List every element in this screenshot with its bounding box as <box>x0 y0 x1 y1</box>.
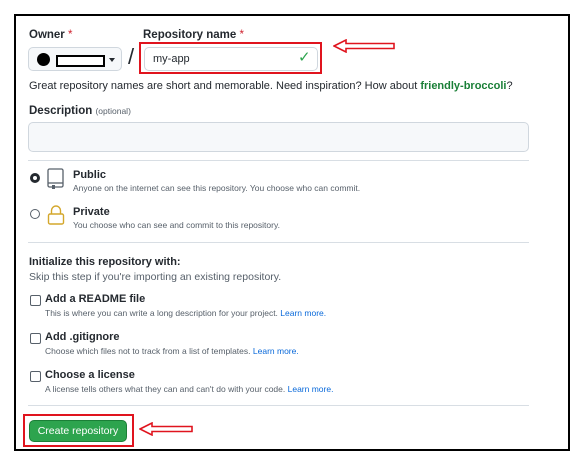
add-gitignore-title: Add .gitignore <box>45 331 120 343</box>
divider <box>28 242 529 243</box>
annotation-arrow-left-icon <box>333 39 395 53</box>
add-readme-description: This is where you can write a long descr… <box>45 308 326 318</box>
description-label: Description (optional) <box>29 105 131 117</box>
choose-license-checkbox[interactable] <box>30 371 41 382</box>
hint-suffix: ? <box>506 80 513 92</box>
repo-name-label: Repository name * <box>143 29 244 41</box>
add-gitignore-text: Choose which files not to track from a l… <box>45 346 251 356</box>
visibility-private-title: Private <box>73 206 110 218</box>
owner-repo-separator: / <box>128 44 135 69</box>
owner-label: Owner * <box>29 29 72 41</box>
owner-required-mark: * <box>68 29 73 41</box>
repo-name-input[interactable]: my-app <box>144 47 318 71</box>
check-icon: ✓ <box>298 49 311 66</box>
repo-name-label-text: Repository name <box>143 29 237 41</box>
description-optional-tag: (optional) <box>95 106 131 116</box>
add-readme-checkbox[interactable] <box>30 295 41 306</box>
repo-required-mark: * <box>239 29 244 41</box>
owner-name-redacted <box>56 55 105 67</box>
avatar <box>37 53 50 66</box>
visibility-private-description: You choose who can see and commit to thi… <box>73 220 280 230</box>
add-readme-title: Add a README file <box>45 293 146 305</box>
choose-license-description: A license tells others what they can and… <box>45 384 333 394</box>
annotation-arrow-left-icon <box>139 422 193 436</box>
visibility-public-radio[interactable] <box>30 173 40 183</box>
create-repository-button[interactable]: Create repository <box>29 420 127 442</box>
add-gitignore-checkbox[interactable] <box>30 333 41 344</box>
lock-icon <box>46 204 66 231</box>
public-repo-icon <box>46 168 66 195</box>
repo-name-hint: Great repository names are short and mem… <box>29 80 513 92</box>
visibility-public-title: Public <box>73 169 107 181</box>
add-gitignore-description: Choose which files not to track from a l… <box>45 346 299 356</box>
visibility-public-description: Anyone on the internet can see this repo… <box>73 183 361 193</box>
description-label-text: Description <box>29 105 93 117</box>
init-section-subtitle: Skip this step if you're importing an ex… <box>29 271 282 283</box>
divider <box>28 405 529 406</box>
divider <box>28 160 529 161</box>
visibility-private-radio[interactable] <box>30 209 40 219</box>
license-learn-more-link[interactable]: Learn more. <box>288 384 334 394</box>
hint-prefix: Great repository names are short and mem… <box>29 80 421 92</box>
description-input[interactable] <box>28 122 529 152</box>
name-suggestion-link[interactable]: friendly-broccoli <box>420 80 506 92</box>
owner-label-text: Owner <box>29 29 65 41</box>
readme-learn-more-link[interactable]: Learn more. <box>280 308 326 318</box>
add-readme-text: This is where you can write a long descr… <box>45 308 278 318</box>
owner-select-button[interactable] <box>28 47 122 71</box>
gitignore-learn-more-link[interactable]: Learn more. <box>253 346 299 356</box>
init-section-title: Initialize this repository with: <box>29 256 181 268</box>
chevron-down-icon <box>109 58 115 62</box>
choose-license-text: A license tells others what they can and… <box>45 384 286 394</box>
choose-license-title: Choose a license <box>45 369 135 381</box>
